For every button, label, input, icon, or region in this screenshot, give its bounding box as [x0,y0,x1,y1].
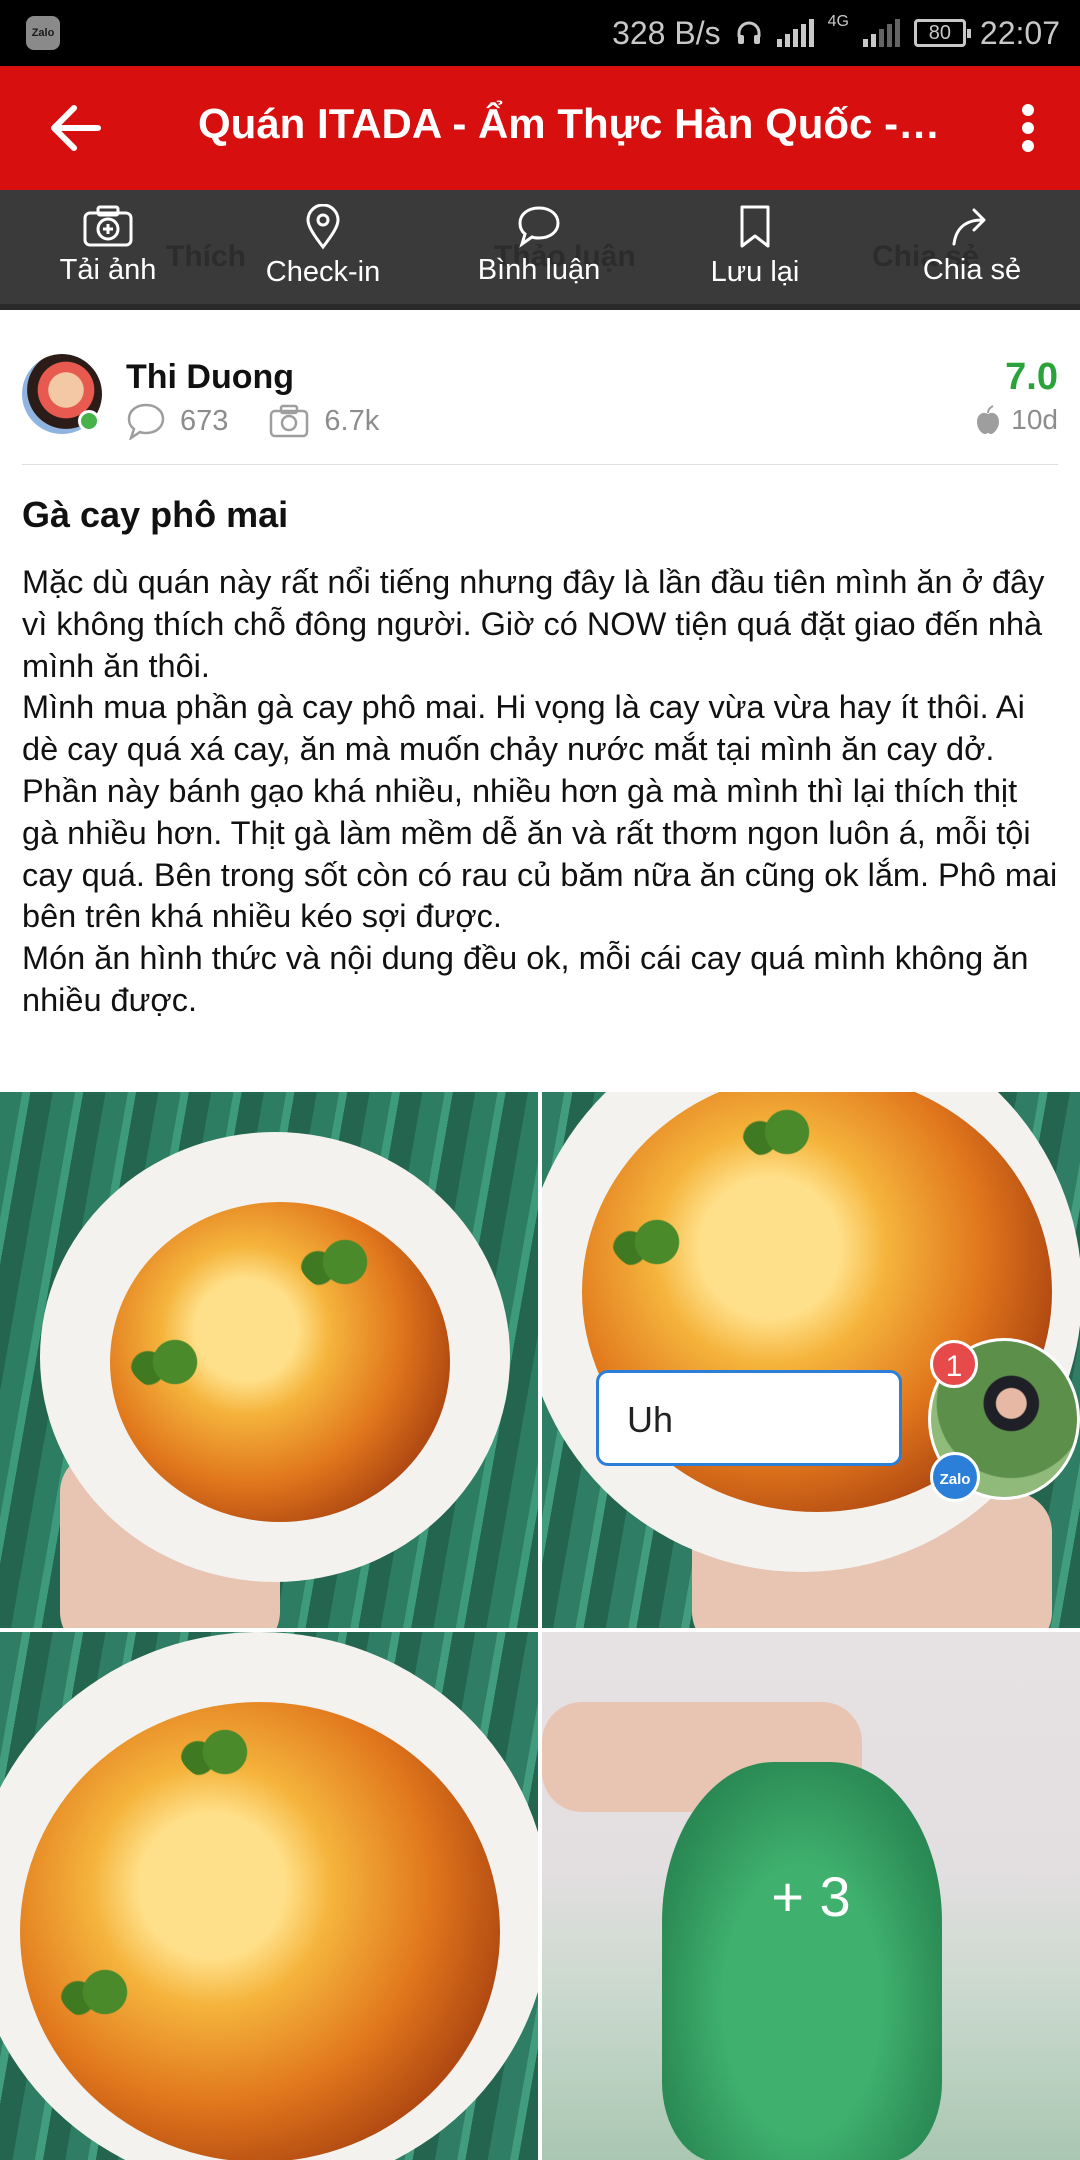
divider [22,464,1058,465]
apple-icon [977,405,1000,434]
app-header: Quán ITADA - Ẩm Thực Hàn Quốc - Đ... [0,66,1080,190]
author-name[interactable]: Thi Duong [126,358,294,397]
network-speed: 328 B/s [612,14,721,51]
save-button[interactable]: Lưu lại [665,204,845,289]
herb-shape [742,1102,832,1162]
photo-count: 6.7k [324,404,380,437]
camera-add-icon [83,205,133,247]
review-title: Gà cay phô mai [22,494,289,535]
unread-badge: 1 [930,1340,978,1388]
signal-strength-icon [776,19,814,47]
headset-icon [737,21,761,44]
herb-shape [180,1722,270,1782]
herb-shape [612,1212,702,1272]
upload-photo-button[interactable]: Tải ảnh [18,204,198,287]
more-photos-count[interactable]: + 3 [542,1632,1080,2160]
checkin-label: Check-in [265,256,381,288]
herb-shape [130,1332,220,1392]
share-label: Chia sẻ [922,254,1022,286]
review-age: 10d [1011,404,1058,435]
comment-count-icon [127,403,165,440]
chat-quick-reply[interactable]: Uh [596,1370,902,1466]
location-pin-icon [306,204,340,250]
status-right: 328 B/s 4G 80 22:07 [612,0,1060,66]
review-photo-3[interactable] [0,1632,538,2160]
comment-icon [518,206,560,248]
zalo-notification-icon: Zalo [26,16,60,50]
upload-photo-label: Tải ảnh [59,254,157,286]
back-arrow-icon[interactable] [48,102,104,154]
herb-shape [60,1962,150,2022]
checkin-button[interactable]: Check-in [233,204,413,289]
review-photo-1[interactable] [0,1092,538,1628]
save-label: Lưu lại [710,256,800,288]
bookmark-icon [740,205,770,248]
comment-count: 673 [180,404,229,437]
herb-shape [300,1232,390,1292]
review-paragraph: Mặc dù quán này rất nổi tiếng nhưng đây … [22,564,1045,684]
share-button[interactable]: Chia sẻ [882,204,1062,287]
status-bar: Zalo 328 B/s 4G 80 22:07 [0,0,1080,66]
page-title: Quán ITADA - Ẩm Thực Hàn Quốc - Đ... [198,100,948,147]
review-author: Thi Duong 673 6.7k 7.0 10d [0,350,1080,466]
comment-button[interactable]: Bình luận [449,204,629,287]
battery-icon: 80 [913,19,971,47]
review-body: Mặc dù quán này rất nổi tiếng nhưng đây … [22,562,1062,1022]
review-paragraph: Món ăn hình thức và nội dung đều ok, mỗi… [22,940,1029,1018]
signal-strength-2-icon [862,19,900,47]
zalo-app-icon: Zalo [930,1452,980,1502]
share-icon [952,208,986,246]
more-options-icon[interactable] [1022,104,1036,152]
action-bar: Thích Thảo luận Chia sẻ Tải ảnh Check-in… [0,190,1080,310]
review-score: 7.0 [1005,356,1058,398]
network-type: 4G [827,13,849,30]
review-paragraph: Phần này bánh gạo khá nhiều, nhiều hơn g… [22,772,1058,935]
author-stats: 673 6.7k [126,402,379,440]
review-time: 10d [975,404,1058,436]
review-paragraph: Mình mua phần gà cay phô mai. Hi vọng là… [22,689,1025,768]
clock: 22:07 [979,14,1060,51]
comment-label: Bình luận [477,254,601,286]
verified-dot-icon [78,410,100,432]
photo-count-icon [270,404,309,438]
